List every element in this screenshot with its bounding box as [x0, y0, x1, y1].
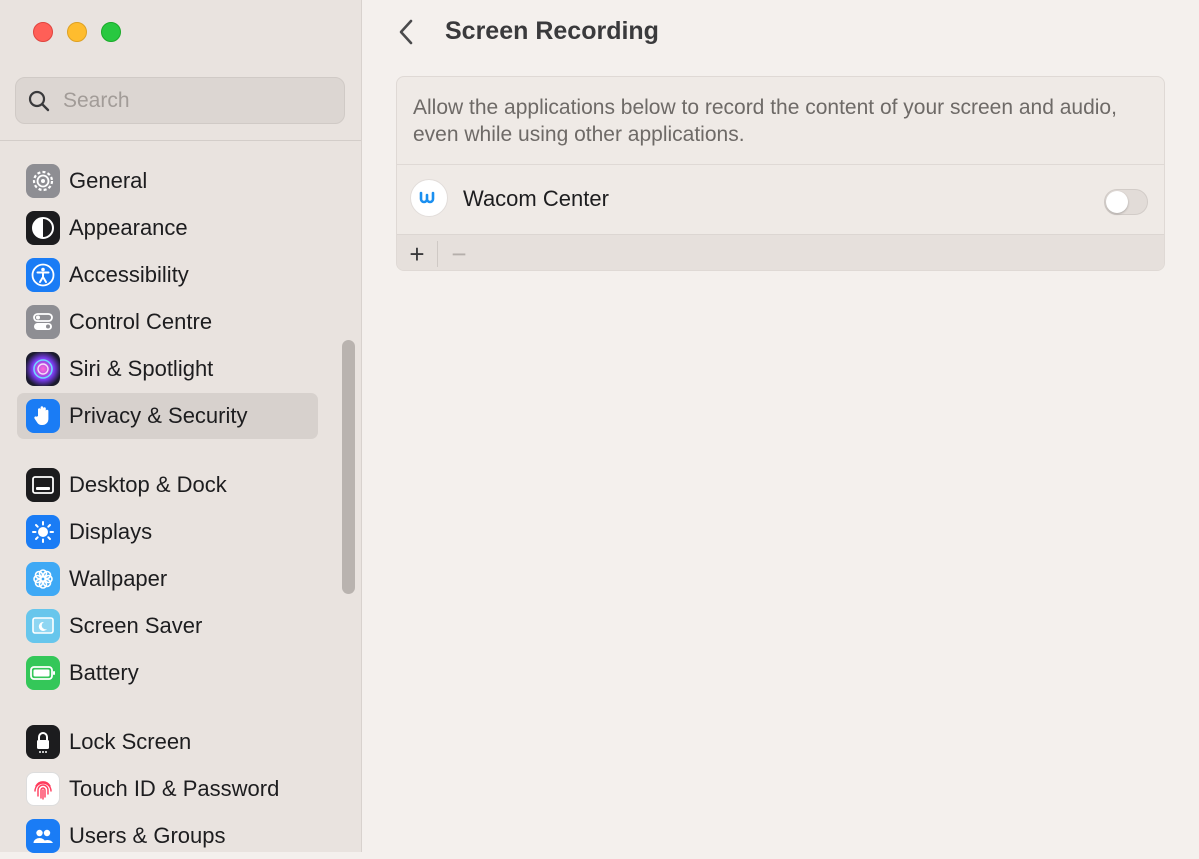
back-button[interactable]	[392, 16, 420, 48]
sidebar-divider	[0, 140, 361, 141]
screen-saver-icon	[26, 609, 60, 643]
fingerprint-icon	[26, 772, 60, 806]
sidebar-item-privacy-security[interactable]: Privacy & Security	[17, 393, 318, 439]
minimize-window-button[interactable]	[67, 22, 87, 42]
sidebar-item-displays[interactable]: Displays	[17, 509, 318, 555]
sidebar: General Appearance Accessibility Control…	[0, 0, 362, 853]
sidebar-item-label: Touch ID & Password	[69, 776, 280, 801]
sidebar-item-lock-screen[interactable]: Lock Screen	[17, 719, 318, 765]
dock-icon	[26, 468, 60, 502]
search-input[interactable]	[61, 87, 315, 114]
flower-icon	[26, 562, 60, 596]
search-icon	[28, 90, 50, 111]
close-window-button[interactable]	[33, 22, 53, 42]
maximize-window-button[interactable]	[101, 22, 121, 42]
remove-app-button[interactable]: −	[441, 239, 477, 269]
sidebar-item-control-centre[interactable]: Control Centre	[17, 299, 318, 345]
sidebar-item-touch-id-password[interactable]: Touch ID & Password	[17, 766, 318, 812]
panel-description: Allow the applications below to record t…	[413, 96, 1117, 146]
control-centre-icon	[26, 305, 60, 339]
sidebar-item-label: Screen Saver	[69, 613, 203, 638]
sidebar-item-accessibility[interactable]: Accessibility	[17, 252, 318, 298]
sidebar-item-label: Battery	[69, 660, 139, 685]
sidebar-item-users-groups[interactable]: Users & Groups	[17, 813, 318, 859]
search-field[interactable]	[15, 77, 345, 124]
sidebar-item-label: Users & Groups	[69, 823, 226, 848]
sidebar-item-label: Lock Screen	[69, 729, 192, 754]
siri-icon	[26, 352, 60, 386]
add-app-button[interactable]: +	[399, 239, 435, 269]
sidebar-item-screen-saver[interactable]: Screen Saver	[17, 603, 318, 649]
sidebar-item-desktop-dock[interactable]: Desktop & Dock	[17, 462, 318, 508]
appearance-icon	[26, 211, 60, 245]
sun-icon	[26, 515, 60, 549]
window-controls	[33, 22, 121, 42]
sidebar-item-label: Control Centre	[69, 309, 213, 334]
sidebar-scrollbar[interactable]	[342, 340, 355, 594]
page-title: Screen Recording	[445, 17, 659, 45]
app-row: Wacom Center	[397, 165, 1164, 234]
sidebar-item-general[interactable]: General	[17, 158, 318, 204]
app-name: Wacom Center	[463, 186, 609, 211]
toggle-knob	[1106, 191, 1128, 213]
header: Screen Recording	[362, 0, 1199, 64]
gear-icon	[26, 164, 60, 198]
sidebar-item-label: General	[69, 168, 148, 193]
sidebar-item-wallpaper[interactable]: Wallpaper	[17, 556, 318, 602]
sidebar-item-label: Wallpaper	[69, 566, 168, 591]
wacom-app-icon	[410, 179, 448, 217]
sidebar-item-siri-spotlight[interactable]: Siri & Spotlight	[17, 346, 318, 392]
footer-divider	[437, 241, 438, 267]
battery-icon	[26, 656, 60, 690]
sidebar-item-appearance[interactable]: Appearance	[17, 205, 318, 251]
sidebar-item-label: Siri & Spotlight	[69, 356, 214, 381]
sidebar-item-label: Accessibility	[69, 262, 189, 287]
hand-icon	[26, 399, 60, 433]
sidebar-item-label: Appearance	[69, 215, 188, 240]
sidebar-item-label: Desktop & Dock	[69, 472, 227, 497]
sidebar-item-label: Displays	[69, 519, 153, 544]
accessibility-icon	[26, 258, 60, 292]
chevron-left-icon	[399, 19, 413, 45]
wacom-center-toggle[interactable]	[1104, 189, 1148, 215]
sidebar-item-battery[interactable]: Battery	[17, 650, 318, 696]
lock-icon	[26, 725, 60, 759]
sidebar-item-label: Privacy & Security	[69, 403, 248, 428]
screen-recording-panel: Allow the applications below to record t…	[396, 76, 1165, 271]
panel-footer: + −	[397, 234, 1164, 270]
users-icon	[26, 819, 60, 853]
